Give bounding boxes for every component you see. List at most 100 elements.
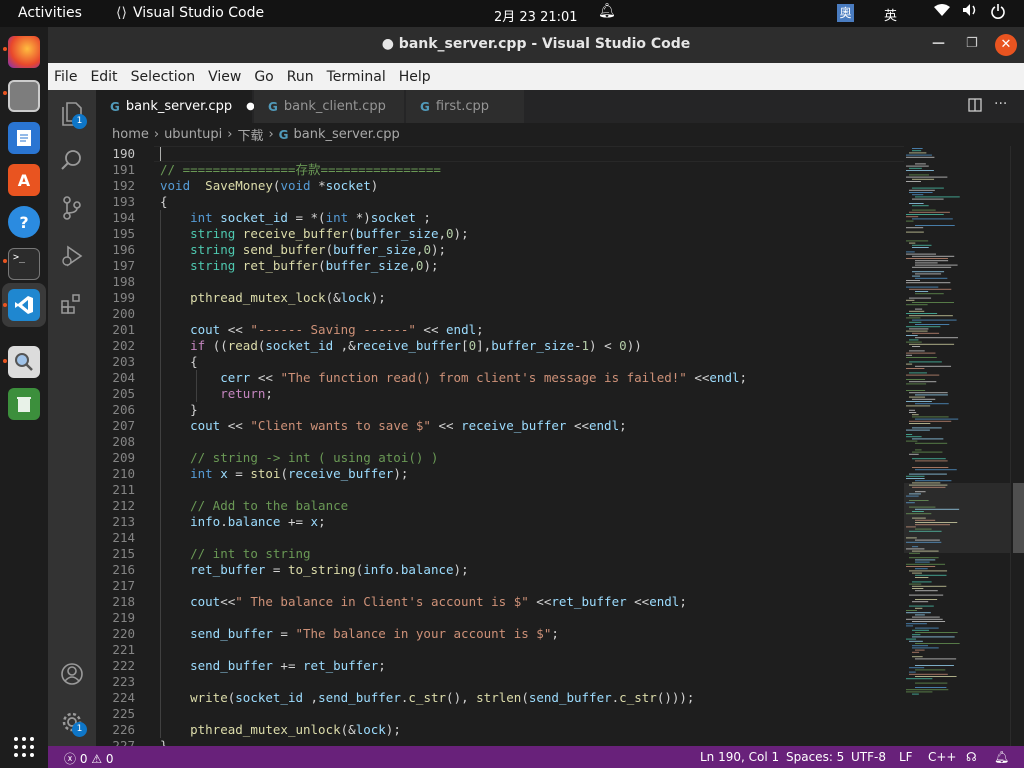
files-icon[interactable] xyxy=(8,80,40,112)
language-mode[interactable]: C++ xyxy=(928,750,957,764)
software-center-icon[interactable]: A xyxy=(8,164,40,196)
code-line[interactable]: 217 xyxy=(96,578,904,594)
minimap-stroke xyxy=(909,412,917,413)
app-menu[interactable]: ⟨⟩ Visual Studio Code xyxy=(116,5,264,21)
trash-icon[interactable] xyxy=(8,388,40,420)
code-line[interactable]: 212 // Add to the balance xyxy=(96,498,904,514)
menu-selection[interactable]: Selection xyxy=(131,69,196,85)
code-line[interactable]: 197 string ret_buffer(buffer_size,0); xyxy=(96,258,904,274)
code-line[interactable]: 201 cout << "------ Saving ------" << en… xyxy=(96,322,904,338)
tab-bank-client[interactable]: G bank_client.cpp xyxy=(254,90,404,123)
code-line[interactable]: 225 xyxy=(96,706,904,722)
menu-help[interactable]: Help xyxy=(399,69,431,85)
minimap-stroke xyxy=(909,350,925,352)
code-line[interactable]: 206 } xyxy=(96,402,904,418)
menu-edit[interactable]: Edit xyxy=(90,69,117,85)
code-line[interactable]: 202 if ((read(socket_id ,&receive_buffer… xyxy=(96,338,904,354)
breadcrumb-home[interactable]: home xyxy=(112,127,149,142)
bell-icon[interactable]: 🔔︎ xyxy=(598,3,616,19)
notifications-bell-icon[interactable]: 🔔︎ xyxy=(994,750,1009,764)
code-line[interactable]: 199 pthread_mutex_lock(&lock); xyxy=(96,290,904,306)
code-line[interactable]: 214 xyxy=(96,530,904,546)
code-line[interactable]: 209 // string -> int ( using atoi() ) xyxy=(96,450,904,466)
minimap[interactable] xyxy=(904,146,1010,746)
accounts-icon[interactable] xyxy=(58,660,86,688)
libreoffice-writer-icon[interactable] xyxy=(8,122,40,154)
code-line[interactable]: 223 xyxy=(96,674,904,690)
menu-go[interactable]: Go xyxy=(254,69,273,85)
show-applications-icon[interactable] xyxy=(14,737,34,757)
code-line[interactable]: 216 ret_buffer = to_string(info.balance)… xyxy=(96,562,904,578)
code-line[interactable]: 195 string receive_buffer(buffer_size,0)… xyxy=(96,226,904,242)
tab-bank-server[interactable]: G bank_server.cpp ● xyxy=(96,90,255,123)
code-line[interactable]: 198 xyxy=(96,274,904,290)
code-line[interactable]: 222 send_buffer += ret_buffer; xyxy=(96,658,904,674)
more-actions-icon[interactable]: ··· xyxy=(994,96,1007,112)
code-line[interactable]: 203 { xyxy=(96,354,904,370)
feedback-icon[interactable]: ☊ xyxy=(966,750,977,764)
search-icon[interactable] xyxy=(58,146,86,174)
code-line[interactable]: 190 xyxy=(96,146,904,162)
minimap-stroke xyxy=(915,649,925,651)
code-line[interactable]: 191 // ===============存款================ xyxy=(96,162,904,178)
code-line[interactable]: 219 xyxy=(96,610,904,626)
code-editor[interactable]: 190 191 // ===============存款==============… xyxy=(96,146,904,746)
close-window-button[interactable]: ✕ xyxy=(995,34,1017,56)
code-line[interactable]: 224 write(socket_id ,send_buffer.c_str()… xyxy=(96,690,904,706)
firefox-icon[interactable] xyxy=(8,36,40,68)
breadcrumb-downloads[interactable]: 下载 xyxy=(237,125,263,144)
problems-indicator[interactable]: ⓧ 0 ⚠ 0 xyxy=(64,750,114,767)
run-debug-icon[interactable] xyxy=(58,242,86,270)
code-line[interactable]: 194 int socket_id = *(int *)socket ; xyxy=(96,210,904,226)
code-line[interactable]: 196 string send_buffer(buffer_size,0); xyxy=(96,242,904,258)
code-line[interactable]: 220 send_buffer = "The balance in your a… xyxy=(96,626,904,642)
minimap-stroke xyxy=(909,203,924,204)
vscode-dock-icon[interactable] xyxy=(8,289,40,321)
code-line[interactable]: 218 cout<<" The balance in Client's acco… xyxy=(96,594,904,610)
code-line[interactable]: 213 info.balance += x; xyxy=(96,514,904,530)
code-line[interactable]: 192 void SaveMoney(void *socket) xyxy=(96,178,904,194)
code-line[interactable]: 211 xyxy=(96,482,904,498)
encoding[interactable]: UTF-8 xyxy=(851,750,886,764)
extensions-icon[interactable] xyxy=(58,290,86,318)
input-language-indicator[interactable]: 英 xyxy=(884,5,897,24)
split-editor-icon[interactable] xyxy=(968,98,982,116)
source-control-icon[interactable] xyxy=(58,194,86,222)
code-line[interactable]: 208 xyxy=(96,434,904,450)
code-line[interactable]: 221 xyxy=(96,642,904,658)
clock[interactable]: 2月 23 21:01 xyxy=(494,6,578,25)
code-line[interactable]: 226 pthread_mutex_unlock(&lock); xyxy=(96,722,904,738)
minimap-stroke xyxy=(912,178,935,180)
tab-first[interactable]: G first.cpp xyxy=(406,90,524,123)
indentation[interactable]: Spaces: 5 xyxy=(786,750,844,764)
menu-terminal[interactable]: Terminal xyxy=(327,69,386,85)
system-menu[interactable] xyxy=(934,3,1006,23)
minimap-stroke xyxy=(912,645,928,647)
code-line[interactable]: 215 // int to string xyxy=(96,546,904,562)
scrollbar-thumb[interactable] xyxy=(1013,483,1024,553)
help-icon[interactable]: ? xyxy=(8,206,40,238)
menu-view[interactable]: View xyxy=(208,69,241,85)
line-ending[interactable]: LF xyxy=(899,750,913,764)
input-method-indicator[interactable]: 奧 xyxy=(837,4,854,22)
breadcrumb-file[interactable]: bank_server.cpp xyxy=(294,127,400,142)
minimize-button[interactable]: — xyxy=(932,36,945,51)
editor-scrollbar[interactable] xyxy=(1010,146,1024,746)
code-line[interactable]: 227} xyxy=(96,738,904,746)
terminal-icon[interactable]: >_ xyxy=(8,248,40,280)
activities-button[interactable]: Activities xyxy=(18,5,82,21)
code-line[interactable]: 204 cerr << "The function read() from cl… xyxy=(96,370,904,386)
minimap-stroke xyxy=(909,423,931,424)
cursor-position[interactable]: Ln 190, Col 1 xyxy=(700,750,779,764)
maximize-button[interactable]: ❐ xyxy=(966,36,978,51)
minimap-viewport[interactable] xyxy=(904,483,1010,553)
breadcrumb-ubuntupi[interactable]: ubuntupi xyxy=(164,127,222,142)
code-line[interactable]: 205 return; xyxy=(96,386,904,402)
menu-file[interactable]: File xyxy=(54,69,77,85)
code-line[interactable]: 207 cout << "Client wants to save $" << … xyxy=(96,418,904,434)
menu-run[interactable]: Run xyxy=(287,69,314,85)
code-line[interactable]: 210 int x = stoi(receive_buffer); xyxy=(96,466,904,482)
code-line[interactable]: 200 xyxy=(96,306,904,322)
code-line[interactable]: 193 { xyxy=(96,194,904,210)
screenshot-search-icon[interactable] xyxy=(8,346,40,378)
